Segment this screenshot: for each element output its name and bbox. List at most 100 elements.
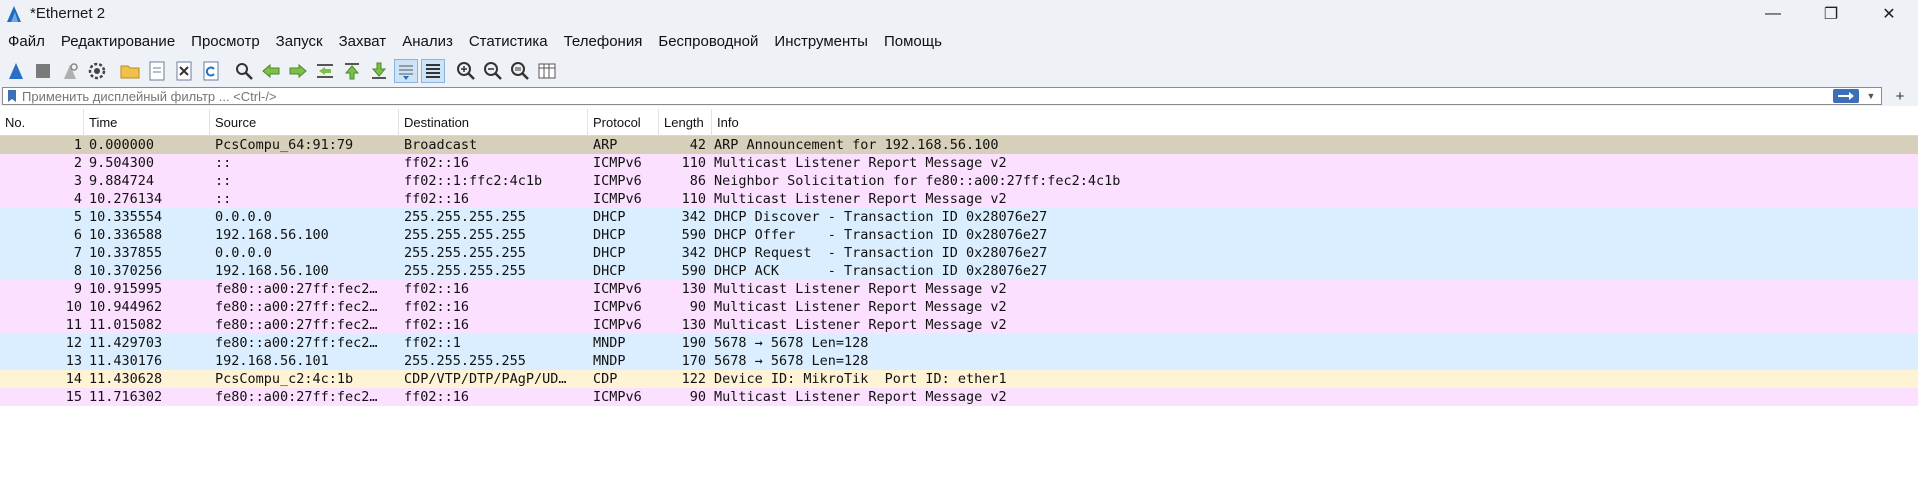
- options-gear-icon[interactable]: [85, 59, 109, 83]
- find-icon[interactable]: [232, 59, 256, 83]
- packet-no: 13: [65, 353, 82, 369]
- packet-row[interactable]: 11 11.015082 fe80::a00:27ff:fec2… ff02::16 I…: [0, 316, 1918, 334]
- save-file-icon[interactable]: [145, 59, 169, 83]
- go-forward-icon[interactable]: [286, 59, 310, 83]
- menu-go[interactable]: Запуск: [270, 33, 329, 50]
- packet-info: Device ID: MikroTik Port ID: ether1: [714, 371, 1007, 387]
- packet-destination: 255.255.255.255: [404, 263, 526, 279]
- packet-row[interactable]: 13 11.430176 192.168.56.101 255.255.255.255…: [0, 352, 1918, 370]
- packet-info: Multicast Listener Report Message v2: [714, 191, 1007, 207]
- menu-bar: Файл Редактирование Просмотр Запуск Захв…: [0, 27, 1918, 56]
- packet-row[interactable]: 9 10.915995 fe80::a00:27ff:fec2… ff02::16 IC…: [0, 280, 1918, 298]
- packet-row[interactable]: 3 9.884724:: ff02::1:ffc2:4c1b ICMPv6 86 Neig…: [0, 172, 1918, 190]
- packet-destination: ff02::16: [404, 155, 470, 171]
- open-folder-icon[interactable]: [118, 59, 142, 83]
- restore-button[interactable]: ❐: [1802, 0, 1860, 27]
- packet-length: 90: [689, 389, 706, 405]
- menu-tools[interactable]: Инструменты: [768, 33, 874, 50]
- packet-protocol: ICMPv6: [593, 191, 642, 207]
- resize-columns-icon[interactable]: [535, 59, 559, 83]
- close-button[interactable]: ✕: [1860, 0, 1918, 27]
- packet-row[interactable]: 2 9.504300:: ff02::16 ICMPv6 110 Multicast Li…: [0, 154, 1918, 172]
- minimize-button[interactable]: —: [1744, 0, 1802, 27]
- packet-row[interactable]: 12 11.429703 fe80::a00:27ff:fec2… ff02::1 MN…: [0, 334, 1918, 352]
- column-header-source[interactable]: Source: [210, 108, 399, 136]
- packet-source: fe80::a00:27ff:fec2…: [215, 281, 378, 297]
- packet-info: Multicast Listener Report Message v2: [714, 317, 1007, 333]
- autoscroll-icon[interactable]: [394, 59, 418, 83]
- last-packet-icon[interactable]: [367, 59, 391, 83]
- window-controls: — ❐ ✕: [1744, 0, 1918, 27]
- packet-source: 0.0.0.0: [215, 209, 272, 225]
- packet-time: 9.884724: [89, 173, 155, 189]
- filter-history-dropdown-icon[interactable]: ▼: [1865, 88, 1877, 104]
- packet-info: DHCP ACK - Transaction ID 0x28076e27: [714, 263, 1048, 279]
- packet-no: 11: [65, 317, 82, 333]
- filter-bookmark-icon[interactable]: [5, 88, 19, 104]
- menu-view[interactable]: Просмотр: [185, 33, 266, 50]
- menu-capture[interactable]: Захват: [333, 33, 393, 50]
- packet-destination: ff02::16: [404, 299, 470, 315]
- stop-icon[interactable]: [31, 59, 55, 83]
- packet-time: 10.335554: [89, 209, 163, 225]
- packet-time: 10.944962: [89, 299, 163, 315]
- display-filter-input[interactable]: [22, 88, 1833, 104]
- close-file-icon[interactable]: [172, 59, 196, 83]
- packet-no: 1: [73, 137, 82, 153]
- packet-info: ARP Announcement for 192.168.56.100: [714, 137, 999, 153]
- packet-list-header: No. Time Source Destination Protocol Len…: [0, 108, 1918, 136]
- column-header-no[interactable]: No.: [0, 108, 84, 136]
- menu-edit[interactable]: Редактирование: [55, 33, 181, 50]
- packet-row[interactable]: 7 10.337855 0.0.0.0 255.255.255.255 DHCP 342 D…: [0, 244, 1918, 262]
- packet-destination: Broadcast: [404, 137, 478, 153]
- menu-analyze[interactable]: Анализ: [396, 33, 459, 50]
- packet-row[interactable]: 10 10.944962 fe80::a00:27ff:fec2… ff02::16 I…: [0, 298, 1918, 316]
- packet-source: ::: [215, 173, 232, 189]
- menu-file[interactable]: Файл: [2, 33, 51, 50]
- column-header-destination[interactable]: Destination: [399, 108, 588, 136]
- reload-icon[interactable]: [199, 59, 223, 83]
- packet-row[interactable]: 14 11.430628 PcsCompu_c2:4c:1b CDP/VTP/DTP/…: [0, 370, 1918, 388]
- packet-row[interactable]: 15 11.716302 fe80::a00:27ff:fec2… ff02::16 I…: [0, 388, 1918, 406]
- packet-source: 192.168.56.100: [215, 227, 329, 243]
- packet-time: 10.370256: [89, 263, 163, 279]
- packet-protocol: ARP: [593, 137, 618, 153]
- shark-fin-start-icon[interactable]: [4, 59, 28, 83]
- packet-source: 192.168.56.100: [215, 263, 329, 279]
- packet-protocol: DHCP: [593, 209, 626, 225]
- apply-filter-arrow-icon[interactable]: [1833, 89, 1859, 103]
- packet-row[interactable]: 5 10.335554 0.0.0.0 255.255.255.255 DHCP 342 D…: [0, 208, 1918, 226]
- go-back-icon[interactable]: [259, 59, 283, 83]
- packet-protocol: ICMPv6: [593, 299, 642, 315]
- colorize-icon[interactable]: [421, 59, 445, 83]
- window-title: *Ethernet 2: [30, 5, 106, 22]
- go-to-packet-icon[interactable]: [313, 59, 337, 83]
- zoom-out-icon[interactable]: [481, 59, 505, 83]
- column-header-time[interactable]: Time: [84, 108, 210, 136]
- packet-time: 9.504300: [89, 155, 155, 171]
- packet-destination: 255.255.255.255: [404, 209, 526, 225]
- menu-help[interactable]: Помощь: [878, 33, 948, 50]
- menu-wireless[interactable]: Беспроводной: [652, 33, 764, 50]
- add-filter-button[interactable]: +: [1890, 86, 1910, 106]
- packet-source: fe80::a00:27ff:fec2…: [215, 389, 378, 405]
- zoom-in-icon[interactable]: [454, 59, 478, 83]
- column-header-info[interactable]: Info: [712, 109, 1918, 136]
- packet-length: 342: [681, 209, 706, 225]
- packet-time: 11.430176: [89, 353, 163, 369]
- normal-size-icon[interactable]: [508, 59, 532, 83]
- packet-row[interactable]: 6 10.336588 192.168.56.100 255.255.255.255 D…: [0, 226, 1918, 244]
- first-packet-icon[interactable]: [340, 59, 364, 83]
- packet-length: 130: [681, 317, 706, 333]
- packet-row[interactable]: 4 10.276134:: ff02::16 ICMPv6 110 Multicast L…: [0, 190, 1918, 208]
- packet-info: DHCP Offer - Transaction ID 0x28076e27: [714, 227, 1048, 243]
- restart-icon[interactable]: [58, 59, 82, 83]
- column-header-length[interactable]: Length: [659, 108, 712, 136]
- packet-source: 192.168.56.101: [215, 353, 329, 369]
- display-filter-bar: ▼ +: [0, 86, 1918, 106]
- packet-row[interactable]: 1 0.000000 PcsCompu_64:91:79 Broadcast ARP 42…: [0, 136, 1918, 154]
- menu-telephony[interactable]: Телефония: [558, 33, 649, 50]
- column-header-protocol[interactable]: Protocol: [588, 108, 659, 136]
- packet-row[interactable]: 8 10.370256 192.168.56.100 255.255.255.255 D…: [0, 262, 1918, 280]
- menu-statistics[interactable]: Статистика: [463, 33, 554, 50]
